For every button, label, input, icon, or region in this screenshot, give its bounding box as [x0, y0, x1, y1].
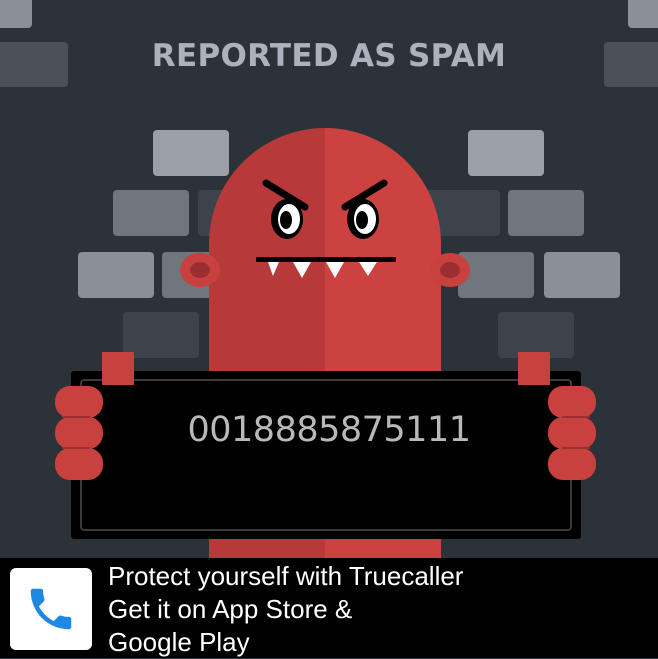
brick	[544, 252, 620, 298]
brick	[78, 252, 154, 298]
spam-sign	[71, 371, 581, 539]
truecaller-app-icon[interactable]	[10, 568, 92, 650]
page-title: REPORTED AS SPAM	[151, 38, 507, 74]
brick	[153, 130, 229, 176]
spam-illustration: REPORTED AS SPAM 0018885875111	[0, 0, 658, 558]
promo-line-2: Get it on App Store &	[108, 594, 353, 624]
monster-mouth	[256, 257, 396, 262]
brick	[458, 252, 534, 298]
promo-text[interactable]: Protect yourself with Truecaller Get it …	[108, 560, 648, 659]
brick	[0, 0, 32, 28]
brick	[508, 190, 584, 236]
brick	[468, 130, 544, 176]
phone-icon	[30, 588, 72, 630]
brick	[123, 312, 199, 358]
monster-scene	[0, 0, 658, 558]
promo-line-1: Protect yourself with Truecaller	[108, 561, 464, 591]
spam-phone-number: 0018885875111	[187, 410, 472, 450]
promo-line-3: Google Play	[108, 627, 250, 657]
brick	[628, 0, 658, 28]
truecaller-promo-banner[interactable]: Protect yourself with Truecaller Get it …	[0, 558, 658, 658]
brick	[498, 312, 574, 358]
brick	[113, 190, 189, 236]
